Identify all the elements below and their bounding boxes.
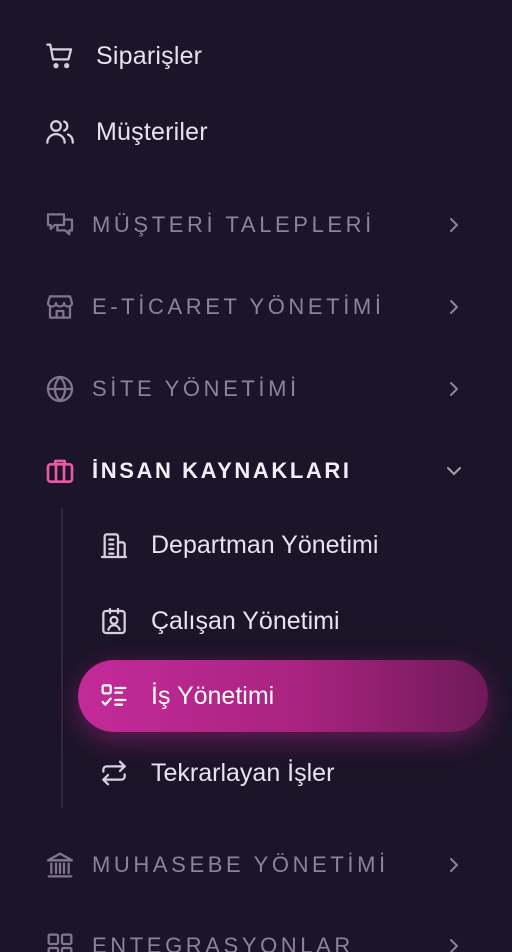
submenu-item-label: Çalışan Yönetimi	[151, 606, 340, 635]
section-accounting[interactable]: MUHASEBE YÖNETİMİ	[0, 835, 512, 895]
submenu-item-employee-management[interactable]: Çalışan Yönetimi	[78, 585, 488, 657]
section-customer-requests[interactable]: MÜŞTERİ TALEPLERİ	[0, 195, 512, 255]
shopping-cart-icon	[42, 38, 78, 74]
repeat-icon	[94, 753, 134, 793]
submenu-item-label: İş Yönetimi	[151, 681, 275, 710]
chevron-right-icon	[442, 295, 466, 319]
sidebar-item-customers[interactable]: Müşteriler	[0, 102, 512, 162]
submenu-item-department-management[interactable]: Departman Yönetimi	[78, 509, 488, 581]
sidebar: Siparişler Müşteriler MÜŞTERİ TALEPLERİ …	[0, 0, 512, 952]
submenu-item-label: Departman Yönetimi	[151, 530, 379, 559]
briefcase-icon	[42, 453, 78, 489]
submenu-item-label: Tekrarlayan İşler	[151, 758, 335, 787]
building-icon	[94, 525, 134, 565]
id-badge-icon	[94, 601, 134, 641]
chevron-right-icon	[442, 934, 466, 952]
section-human-resources[interactable]: İNSAN KAYNAKLARI	[0, 441, 512, 501]
section-label: E-TİCARET YÖNETİMİ	[92, 294, 385, 319]
section-label: MUHASEBE YÖNETİMİ	[92, 852, 389, 877]
section-ecommerce[interactable]: E-TİCARET YÖNETİMİ	[0, 277, 512, 337]
store-icon	[42, 289, 78, 325]
sidebar-item-orders[interactable]: Siparişler	[0, 26, 512, 86]
users-icon	[42, 114, 78, 150]
task-list-icon	[94, 676, 134, 716]
section-label: SİTE YÖNETİMİ	[92, 376, 300, 401]
chevron-down-icon	[442, 459, 466, 483]
globe-icon	[42, 371, 78, 407]
sidebar-item-label: Siparişler	[96, 41, 203, 70]
section-label: MÜŞTERİ TALEPLERİ	[92, 212, 375, 237]
sidebar-item-label: Müşteriler	[96, 117, 208, 146]
messages-icon	[42, 207, 78, 243]
submenu-divider	[61, 508, 63, 808]
bank-icon	[42, 847, 78, 883]
chevron-right-icon	[442, 377, 466, 401]
submenu-item-recurring-tasks[interactable]: Tekrarlayan İşler	[78, 737, 488, 809]
chevron-right-icon	[442, 853, 466, 877]
section-integrations[interactable]: ENTEGRASYONLAR	[0, 916, 512, 952]
section-label: ENTEGRASYONLAR	[92, 933, 354, 952]
chevron-right-icon	[442, 213, 466, 237]
section-site-management[interactable]: SİTE YÖNETİMİ	[0, 359, 512, 419]
submenu-item-task-management[interactable]: İş Yönetimi	[78, 660, 488, 732]
section-label: İNSAN KAYNAKLARI	[92, 458, 352, 483]
apps-icon	[42, 928, 78, 952]
